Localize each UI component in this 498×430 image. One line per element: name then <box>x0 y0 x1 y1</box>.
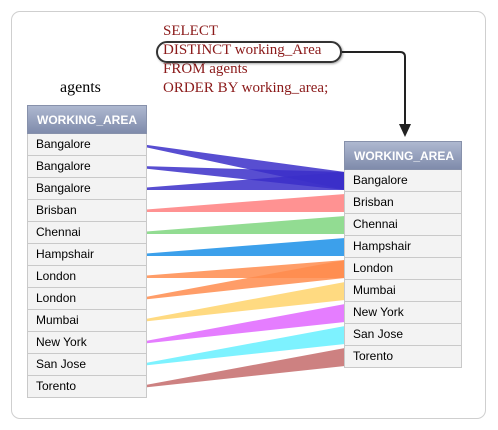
mapping-ribbon <box>140 238 345 256</box>
column-header: WORKING_AREA <box>27 105 147 134</box>
mapping-ribbon <box>140 216 345 234</box>
table-row: Brisban <box>27 200 147 222</box>
result-table: WORKING_AREA Bangalore Brisban Chennai Hamp… <box>344 141 462 368</box>
table-row: Mumbai <box>27 310 147 332</box>
distinct-highlight <box>156 41 342 63</box>
sql-line-order-by: ORDER BY working_area; <box>163 80 329 96</box>
table-row: Chennai <box>27 222 147 244</box>
table-row: San Jose <box>27 354 147 376</box>
table-row: Hampshair <box>27 244 147 266</box>
table-row: San Jose <box>344 324 462 346</box>
table-row: Bangalore <box>344 170 462 192</box>
table-row: Mumbai <box>344 280 462 302</box>
table-row: Torento <box>344 346 462 368</box>
table-row: Hampshair <box>344 236 462 258</box>
table-row: Bangalore <box>27 178 147 200</box>
mapping-ribbon <box>140 194 345 212</box>
table-caption: agents <box>60 79 101 96</box>
table-row: London <box>344 258 462 280</box>
table-row: Torento <box>27 376 147 398</box>
table-row: Bangalore <box>27 134 147 156</box>
table-row: Bangalore <box>27 156 147 178</box>
agents-table: WORKING_AREA Bangalore Bangalore Bangalore… <box>27 105 147 398</box>
table-row: New York <box>27 332 147 354</box>
table-row: London <box>27 288 147 310</box>
sql-line-select: SELECT <box>163 23 218 39</box>
table-row: New York <box>344 302 462 324</box>
table-row: London <box>27 266 147 288</box>
table-row: Chennai <box>344 214 462 236</box>
column-header: WORKING_AREA <box>344 141 462 170</box>
table-row: Brisban <box>344 192 462 214</box>
